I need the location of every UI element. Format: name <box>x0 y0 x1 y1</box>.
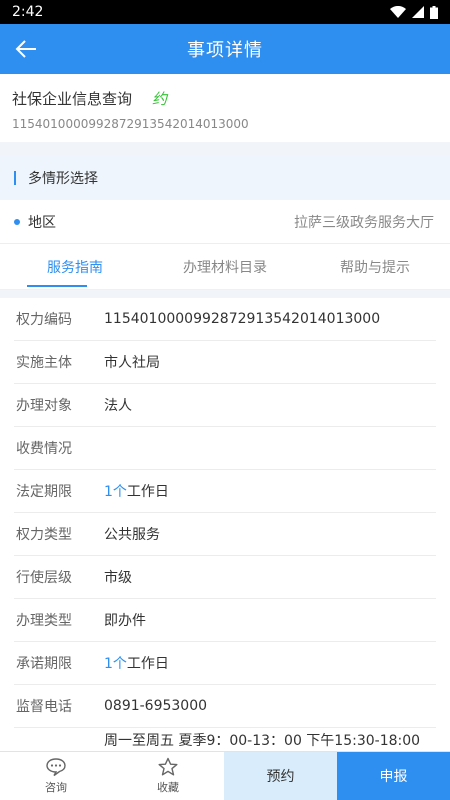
detail-row-fee: 收费情况 <box>14 427 436 470</box>
bullet-dot-icon <box>14 218 20 225</box>
detail-row-target: 办理对象 法人 <box>14 384 436 427</box>
detail-row-power-code: 权力编码 11540100009928729135420140130​00 <box>14 298 436 341</box>
row-label: 承诺期限 <box>16 656 72 672</box>
favorite-label: 收藏 <box>157 781 179 794</box>
row-value: 公共服务 <box>104 527 160 543</box>
row-value: 市级 <box>104 570 132 586</box>
appointment-button[interactable]: 预约 <box>224 752 337 800</box>
status-icons <box>390 5 438 19</box>
row-value: 1个工作日 <box>104 481 169 501</box>
region-left: 地区 <box>14 212 56 232</box>
row-label: 监督电话 <box>16 699 72 715</box>
signal-icon <box>412 6 424 18</box>
limit-number: 1个 <box>104 656 127 672</box>
battery-icon <box>430 5 438 19</box>
item-name-row: 社保企业信息查询 约 <box>12 88 438 109</box>
wifi-icon <box>390 6 406 18</box>
item-code: 11540100009928729135420140130​00 <box>12 117 249 131</box>
section-divider <box>0 290 450 298</box>
chat-bubble-icon <box>46 758 66 777</box>
detail-row-handle-type: 办理类型 即办件 <box>14 599 436 642</box>
consult-button[interactable]: 咨询 <box>0 752 112 800</box>
detail-row-promise-limit: 承诺期限 1个工作日 <box>14 642 436 685</box>
detail-row-legal-limit: 法定期限 1个工作日 <box>14 470 436 513</box>
limit-unit: 工作日 <box>126 656 169 672</box>
item-header: 社保企业信息查询 约 11540100009928729135420140130… <box>0 74 450 142</box>
app-bar: 事项详情 <box>0 24 450 74</box>
item-name: 社保企业信息查询 <box>12 90 133 108</box>
row-value: 1个工作日 <box>104 653 169 673</box>
star-icon <box>158 757 178 776</box>
row-value: 周一至周五 夏季9：00-13：00 下午15:30-18:00 <box>104 733 421 749</box>
tab-service-guide[interactable]: 服务指南 <box>0 244 150 289</box>
status-time: 2:42 <box>12 4 44 20</box>
row-value: 法人 <box>104 398 132 414</box>
tab-help[interactable]: 帮助与提示 <box>300 244 450 289</box>
detail-row-hours: 周一至周五 夏季9：00-13：00 下午15:30-18:00 <box>14 728 436 752</box>
row-label: 实施主体 <box>16 355 72 371</box>
row-value: 市人社局 <box>104 355 160 371</box>
page-title: 事项详情 <box>187 40 263 61</box>
limit-number: 1个 <box>104 484 127 500</box>
row-label: 办理对象 <box>16 398 72 414</box>
scenario-label: 多情形选择 <box>28 171 98 187</box>
scenario-selector[interactable]: 多情形选择 <box>0 156 450 200</box>
scenario-accent-bar <box>14 171 16 185</box>
detail-list: 权力编码 11540100009928729135420140130​00 实施… <box>0 298 450 752</box>
row-label: 收费情况 <box>16 441 72 457</box>
region-value: 拉萨三级政务服务大厅 <box>294 214 434 231</box>
back-button[interactable] <box>8 31 44 67</box>
row-value: 11540100009928729135420140130​00 <box>104 311 381 327</box>
tab-bar: 服务指南 办理材料目录 帮助与提示 <box>0 244 450 290</box>
detail-row-subject: 实施主体 市人社局 <box>14 341 436 384</box>
status-bar: 2:42 <box>0 0 450 24</box>
region-row[interactable]: 地区 拉萨三级政务服务大厅 <box>0 200 450 244</box>
row-label: 权力编码 <box>16 312 72 328</box>
row-label: 行使层级 <box>16 570 72 586</box>
apply-button[interactable]: 申报 <box>337 752 450 800</box>
appointment-tag: 约 <box>152 90 168 108</box>
detail-row-level: 行使层级 市级 <box>14 556 436 599</box>
tab-materials[interactable]: 办理材料目录 <box>150 244 300 289</box>
favorite-button[interactable]: 收藏 <box>112 752 224 800</box>
bottom-action-bar: 咨询 收藏 预约 申报 <box>0 751 450 800</box>
phone-link[interactable]: 0891-6953000 <box>104 698 207 714</box>
detail-row-power-type: 权力类型 公共服务 <box>14 513 436 556</box>
consult-label: 咨询 <box>45 781 67 794</box>
limit-unit: 工作日 <box>126 484 169 500</box>
section-divider <box>0 142 450 156</box>
region-label: 地区 <box>28 214 56 231</box>
detail-row-phone: 监督电话 0891-6953000 <box>14 685 436 728</box>
row-label: 权力类型 <box>16 527 72 543</box>
row-label: 办理类型 <box>16 613 72 629</box>
row-label: 法定期限 <box>16 484 72 500</box>
row-value: 即办件 <box>104 613 146 629</box>
arrow-left-icon <box>15 40 36 58</box>
